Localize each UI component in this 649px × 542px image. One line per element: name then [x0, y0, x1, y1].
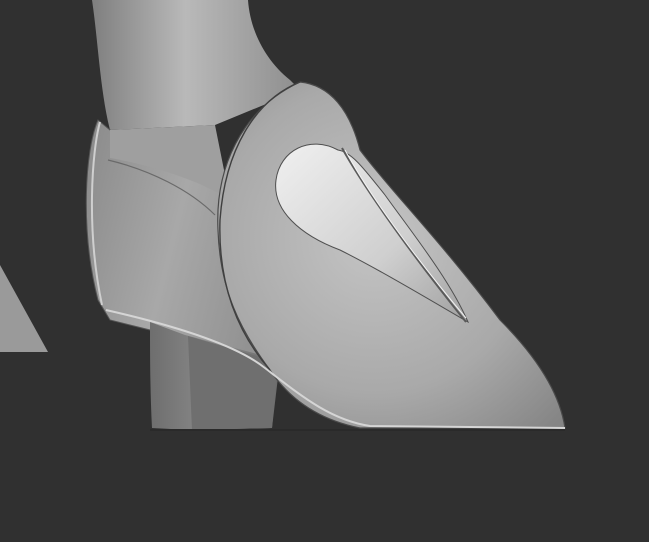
3d-viewport[interactable] — [0, 0, 649, 542]
shoe-model-render[interactable] — [0, 0, 649, 542]
